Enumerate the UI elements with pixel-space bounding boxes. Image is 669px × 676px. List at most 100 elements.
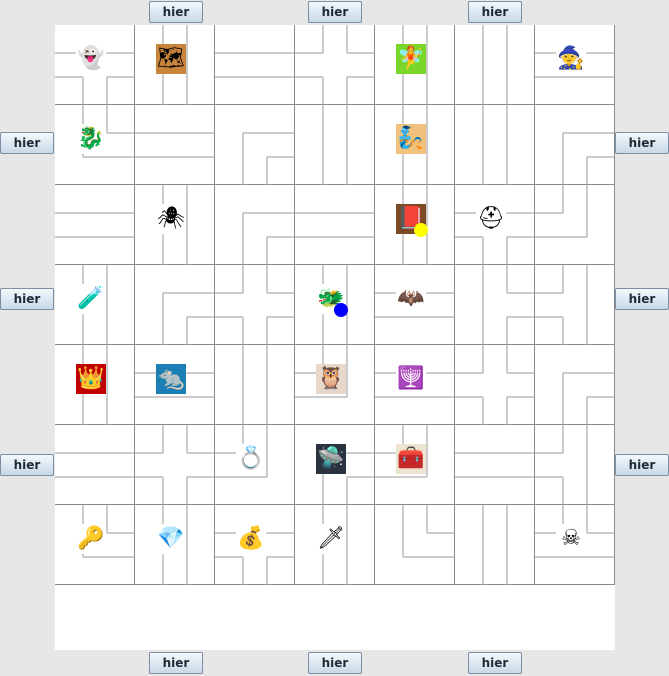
tile-r6-c4 <box>375 505 455 585</box>
treasure-map-icon: 🗺 <box>156 44 186 74</box>
tile-r5-c3: 🛸 <box>295 425 375 505</box>
insert-top-col-6-button[interactable]: hier <box>468 1 522 23</box>
tile-r0-c0: 👻 <box>55 25 135 105</box>
tile-r1-c3 <box>295 105 375 185</box>
helmet-icon: ⛑ <box>476 204 506 234</box>
tile-r1-c1 <box>135 105 215 185</box>
tile-r6-c3: 🗡 <box>295 505 375 585</box>
player-pawn-1 <box>414 223 428 237</box>
corridor-walls <box>55 452 135 478</box>
tile-r4-c6 <box>535 345 615 425</box>
tile-r1-c0: 🐉 <box>55 105 135 185</box>
tile-r2-c1: 🕷 <box>135 185 215 265</box>
tile-r6-c5 <box>455 505 535 585</box>
corridor-walls <box>55 212 135 238</box>
corridor-walls <box>535 425 588 505</box>
money-bag-icon: 💰 <box>236 524 266 554</box>
dragon-sketch-icon: 🐉 <box>76 124 106 154</box>
tile-r6-c2: 💰 <box>215 505 295 585</box>
insert-bottom-col-4-button[interactable]: hier <box>308 652 362 674</box>
tile-r2-c3 <box>295 185 375 265</box>
tile-r0-c6: 🧙 <box>535 25 615 105</box>
corridor-walls <box>562 132 615 185</box>
crown-icon: 👑 <box>76 364 106 394</box>
tile-r6-c1: 💎 <box>135 505 215 585</box>
lamp-genie-icon: 🧪 <box>76 284 106 314</box>
tile-r4-c3: 🦉 <box>295 345 375 425</box>
player-pawn-2 <box>334 303 348 317</box>
tile-r5-c2: 💍 <box>215 425 295 505</box>
genie-icon: 🧞 <box>396 124 426 154</box>
tile-r5-c6 <box>535 425 615 505</box>
candelabra-icon: 🕎 <box>396 364 426 394</box>
tile-r0-c5 <box>455 25 535 105</box>
treasure-chest-icon: 🧰 <box>396 444 426 474</box>
tile-r5-c4: 🧰 <box>375 425 455 505</box>
tile-r2-c6 <box>535 185 615 265</box>
ring-icon: 💍 <box>236 444 266 474</box>
insert-bottom-col-2-button[interactable]: hier <box>149 652 203 674</box>
key-icon: 🔑 <box>76 524 106 554</box>
ghost-icon: 👻 <box>76 44 106 74</box>
tile-r0-c1: 🗺 <box>135 25 215 105</box>
tile-r0-c2 <box>215 25 295 105</box>
game-board: 👻 🗺 🧚 🧙 🐉 🧞 🕷 📕 ⛑ 🧪 🐲 🦇 👑 🐀 🦉 🕎 💍 🛸 🧰 🔑 💎 💰 🗡 ☠ <box>55 25 615 650</box>
corridor-walls <box>295 212 375 238</box>
tile-r4-c0: 👑 <box>55 345 135 425</box>
sword-icon: 🗡 <box>316 524 346 554</box>
tile-r5-c1 <box>135 425 215 505</box>
insert-left-row-6-button[interactable]: hier <box>0 454 54 476</box>
corridor-walls <box>535 185 588 238</box>
corridor-walls <box>295 25 375 105</box>
corridor-walls <box>242 132 295 185</box>
insert-left-row-2-button[interactable]: hier <box>0 132 54 154</box>
corridor-walls <box>242 345 268 425</box>
corridor-walls <box>162 292 215 345</box>
corridor-walls <box>322 105 348 185</box>
corridor-walls <box>242 212 295 265</box>
insert-right-row-2-button[interactable]: hier <box>615 132 669 154</box>
tile-r3-c0: 🧪 <box>55 265 135 345</box>
tile-r1-c2 <box>215 105 295 185</box>
tile-r3-c3: 🐲 <box>295 265 375 345</box>
corridor-walls <box>482 25 508 105</box>
tile-r2-c4: 📕 <box>375 185 455 265</box>
tile-r6-c6: ☠ <box>535 505 615 585</box>
fairy-icon: 🧚 <box>396 44 426 74</box>
tile-r6-c0: 🔑 <box>55 505 135 585</box>
insert-right-row-4-button[interactable]: hier <box>615 288 669 310</box>
tile-r2-c0 <box>55 185 135 265</box>
corridor-walls <box>135 425 215 505</box>
wizard-icon: 🧙 <box>556 44 586 74</box>
tile-r3-c5 <box>455 265 535 345</box>
insert-bottom-col-6-button[interactable]: hier <box>468 652 522 674</box>
skull-icon: ☠ <box>556 524 586 554</box>
tile-r4-c4: 🕎 <box>375 345 455 425</box>
tile-r3-c2 <box>215 265 295 345</box>
tile-r3-c1 <box>135 265 215 345</box>
mouse-icon: 🐀 <box>156 364 186 394</box>
bat-icon: 🦇 <box>396 284 426 314</box>
tile-r4-c5 <box>455 345 535 425</box>
corridor-walls <box>482 505 508 585</box>
corridor-walls <box>135 132 215 158</box>
corridor-walls <box>455 345 535 425</box>
tile-r5-c5 <box>455 425 535 505</box>
tile-r3-c6 <box>535 265 615 345</box>
tile-r1-c4: 🧞 <box>375 105 455 185</box>
corridor-walls <box>482 265 535 345</box>
tile-r4-c1: 🐀 <box>135 345 215 425</box>
corridor-walls <box>562 372 615 425</box>
insert-left-row-4-button[interactable]: hier <box>0 288 54 310</box>
tile-r0-c4: 🧚 <box>375 25 455 105</box>
tile-r5-c0 <box>55 425 135 505</box>
corridor-walls <box>535 265 588 345</box>
corridor-walls <box>402 505 455 558</box>
corridor-walls <box>455 452 535 478</box>
tile-r2-c2 <box>215 185 295 265</box>
insert-top-col-2-button[interactable]: hier <box>149 1 203 23</box>
corridor-walls <box>482 105 508 185</box>
ghost-ship-icon: 🛸 <box>316 444 346 474</box>
insert-right-row-6-button[interactable]: hier <box>615 454 669 476</box>
insert-top-col-4-button[interactable]: hier <box>308 1 362 23</box>
